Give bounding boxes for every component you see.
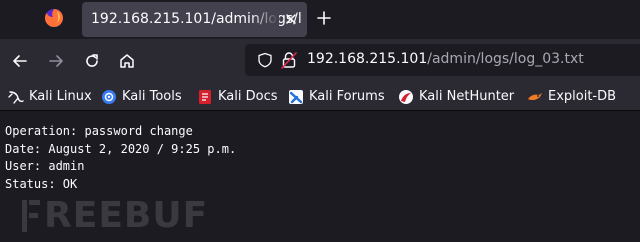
tracking-shield-icon[interactable] bbox=[257, 52, 273, 68]
bookmark-label: Kali NetHunter bbox=[419, 89, 515, 104]
forward-arrow-icon[interactable] bbox=[47, 52, 65, 70]
tab-title-fade bbox=[251, 2, 279, 37]
bookmark-kali-docs[interactable]: Kali Docs bbox=[197, 88, 279, 106]
home-icon[interactable] bbox=[118, 52, 136, 70]
nav-bar: 192.168.215.101/admin/logs/log_03.txt bbox=[0, 39, 640, 82]
log-line-operation: Operation: password change bbox=[5, 124, 193, 138]
bookmarks-bar: Kali Linux Kali Tools Kali Docs Kali For… bbox=[0, 82, 640, 111]
log-line-user: User: admin bbox=[5, 159, 85, 173]
tab-strip: 192.168.215.101/admin/logs/l bbox=[0, 0, 640, 39]
exploit-db-icon bbox=[528, 93, 542, 101]
active-tab[interactable]: 192.168.215.101/admin/logs/l bbox=[82, 2, 307, 37]
log-text: Operation: password change Date: August 2… bbox=[5, 123, 236, 193]
bookmark-kali-linux[interactable]: Kali Linux bbox=[8, 88, 92, 106]
bookmark-label: Kali Docs bbox=[218, 89, 278, 104]
back-arrow-icon[interactable] bbox=[11, 52, 29, 70]
url-text[interactable]: 192.168.215.101/admin/logs/log_03.txt bbox=[307, 51, 584, 67]
url-path: /admin/logs/log_03.txt bbox=[427, 51, 584, 67]
log-line-date: Date: August 2, 2020 / 9:25 p.m. bbox=[5, 141, 237, 156]
bookmark-label: Exploit-DB bbox=[548, 89, 617, 104]
kali-forums-icon bbox=[289, 90, 303, 104]
log-line-status: Status: OK bbox=[5, 176, 78, 191]
bookmark-kali-forums[interactable]: Kali Forums bbox=[288, 88, 390, 106]
kali-nethunter-icon bbox=[399, 90, 413, 104]
new-tab-plus-icon[interactable] bbox=[316, 10, 332, 26]
firefox-icon[interactable] bbox=[44, 8, 64, 28]
freebuf-watermark: REEBUF bbox=[22, 195, 212, 236]
bookmark-kali-nethunter[interactable]: Kali NetHunter bbox=[398, 88, 520, 106]
insecure-lock-icon[interactable] bbox=[281, 51, 297, 69]
close-icon[interactable] bbox=[283, 11, 299, 27]
freebuf-f-mark-icon bbox=[22, 200, 40, 232]
bookmark-label: Kali Linux bbox=[29, 89, 92, 104]
bookmark-label: Kali Forums bbox=[309, 89, 385, 104]
bookmark-label: Kali Tools bbox=[122, 89, 182, 104]
page-content: Operation: password change Date: August 2… bbox=[0, 111, 640, 242]
url-bar[interactable]: 192.168.215.101/admin/logs/log_03.txt bbox=[245, 44, 640, 76]
bookmark-exploit-db[interactable]: Exploit-DB bbox=[527, 88, 640, 106]
watermark-text: REEBUF bbox=[44, 195, 209, 236]
url-host: 192.168.215.101 bbox=[307, 51, 428, 67]
bookmark-kali-tools[interactable]: Kali Tools bbox=[101, 88, 187, 106]
kali-tools-icon bbox=[102, 90, 116, 104]
kali-docs-icon bbox=[199, 90, 211, 104]
reload-icon[interactable] bbox=[83, 52, 101, 70]
kali-dragon-icon bbox=[8, 91, 24, 104]
